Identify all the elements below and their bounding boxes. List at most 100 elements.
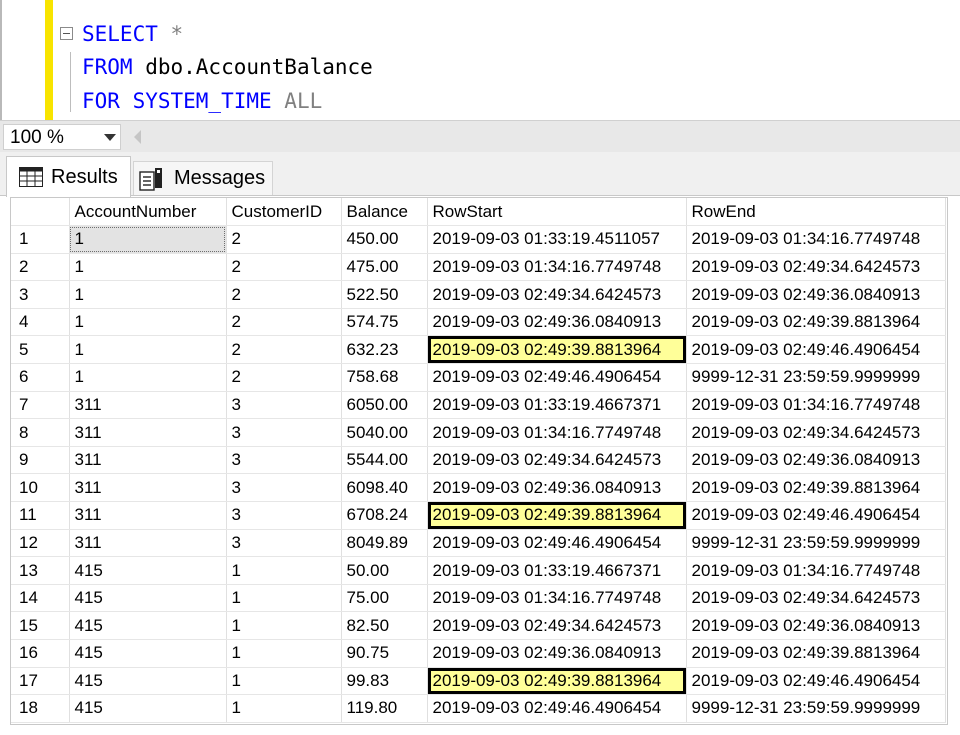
row-number[interactable]: 4 [11, 308, 70, 337]
table-row[interactable]: 3 1 2 522.50 2019-09-03 02:49:34.6424573 2019… [11, 280, 946, 309]
cell-customerid[interactable]: 2 [226, 308, 342, 337]
cell-rowstart[interactable]: 2019-09-03 02:49:34.6424573 [427, 611, 687, 640]
cell-balance[interactable]: 119.80 [341, 694, 428, 723]
column-header-balance[interactable]: Balance [341, 198, 428, 227]
cell-rowstart[interactable]: 2019-09-03 02:49:34.6424573 [427, 280, 687, 309]
cell-balance[interactable]: 475.00 [341, 253, 428, 282]
cell-rowend[interactable]: 2019-09-03 02:49:39.8813964 [686, 473, 946, 503]
scroll-left-arrow-icon[interactable] [134, 130, 141, 144]
table-row[interactable]: 6 1 2 758.68 2019-09-03 02:49:46.4906454 9999… [11, 363, 946, 392]
cell-accountnumber[interactable]: 311 [69, 446, 227, 475]
cell-accountnumber[interactable]: 1 [69, 225, 227, 254]
cell-rowstart[interactable]: 2019-09-03 02:49:36.0840913 [427, 308, 687, 337]
cell-customerid[interactable]: 1 [226, 611, 342, 640]
cell-accountnumber[interactable]: 415 [69, 556, 227, 585]
cell-customerid[interactable]: 3 [226, 391, 342, 420]
code-line-3[interactable]: FOR SYSTEM_TIME ALL [82, 87, 322, 115]
cell-accountnumber[interactable]: 311 [69, 501, 227, 530]
cell-balance[interactable]: 5544.00 [341, 446, 428, 475]
row-number[interactable]: 18 [11, 694, 70, 723]
table-row[interactable]: 16 415 1 90.75 2019-09-03 02:49:36.0840913 20… [11, 639, 946, 668]
row-number[interactable]: 15 [11, 611, 70, 640]
cell-accountnumber[interactable]: 415 [69, 584, 227, 613]
cell-rowstart[interactable]: 2019-09-03 01:34:16.7749748 [427, 253, 687, 282]
cell-rowstart[interactable]: 2019-09-03 01:34:16.7749748 [427, 584, 687, 613]
cell-accountnumber[interactable]: 1 [69, 363, 227, 392]
cell-accountnumber[interactable]: 1 [69, 335, 227, 365]
table-row[interactable]: 2 1 2 475.00 2019-09-03 01:34:16.7749748 2019… [11, 253, 946, 282]
cell-balance[interactable]: 758.68 [341, 363, 428, 392]
cell-balance[interactable]: 82.50 [341, 611, 428, 640]
row-number[interactable]: 16 [11, 639, 70, 668]
row-number[interactable]: 14 [11, 584, 70, 613]
table-row[interactable]: 7 311 3 6050.00 2019-09-03 01:33:19.4667371 2… [11, 391, 946, 420]
row-number[interactable]: 6 [11, 363, 70, 392]
highlighted-rowstart-cell[interactable]: 2019-09-03 02:49:39.8813964 [427, 335, 687, 365]
cell-customerid[interactable]: 3 [226, 473, 342, 503]
table-row[interactable]: 15 415 1 82.50 2019-09-03 02:49:34.6424573 20… [11, 611, 946, 640]
table-row[interactable]: 14 415 1 75.00 2019-09-03 01:34:16.7749748 20… [11, 584, 946, 613]
cell-rowend[interactable]: 2019-09-03 02:49:36.0840913 [686, 280, 946, 309]
cell-rowstart[interactable]: 2019-09-03 02:49:36.0840913 [427, 473, 687, 503]
cell-accountnumber[interactable]: 415 [69, 667, 227, 696]
cell-rowstart[interactable]: 2019-09-03 02:49:46.4906454 [427, 363, 687, 392]
cell-accountnumber[interactable]: 311 [69, 473, 227, 503]
cell-accountnumber[interactable]: 415 [69, 611, 227, 640]
row-number[interactable]: 7 [11, 391, 70, 420]
row-number[interactable]: 13 [11, 556, 70, 585]
chevron-down-icon[interactable] [104, 134, 116, 141]
cell-rowstart[interactable]: 2019-09-03 02:49:36.0840913 [427, 639, 687, 668]
column-header-rowstart[interactable]: RowStart [427, 198, 687, 227]
row-number-header[interactable] [11, 198, 70, 227]
cell-rowend[interactable]: 2019-09-03 02:49:39.8813964 [686, 639, 946, 668]
row-number[interactable]: 9 [11, 446, 70, 475]
collapse-icon[interactable] [60, 27, 73, 40]
cell-customerid[interactable]: 1 [226, 694, 342, 723]
cell-rowend[interactable]: 2019-09-03 02:49:39.8813964 [686, 308, 946, 337]
cell-rowend[interactable]: 2019-09-03 01:34:16.7749748 [686, 391, 946, 420]
cell-accountnumber[interactable]: 311 [69, 529, 227, 558]
cell-rowstart[interactable]: 2019-09-03 02:49:46.4906454 [427, 694, 687, 723]
cell-accountnumber[interactable]: 415 [69, 639, 227, 668]
cell-balance[interactable]: 5040.00 [341, 418, 428, 447]
row-number[interactable]: 8 [11, 418, 70, 447]
cell-rowstart[interactable]: 2019-09-03 02:49:34.6424573 [427, 446, 687, 475]
column-header-accountnumber[interactable]: AccountNumber [69, 198, 227, 227]
table-row[interactable]: 4 1 2 574.75 2019-09-03 02:49:36.0840913 2019… [11, 308, 946, 337]
code-line-2[interactable]: FROM dbo.AccountBalance [82, 53, 373, 81]
cell-accountnumber[interactable]: 415 [69, 694, 227, 723]
table-row[interactable]: 13 415 1 50.00 2019-09-03 01:33:19.4667371 20… [11, 556, 946, 585]
results-grid[interactable]: AccountNumber CustomerID Balance RowStart Ro… [10, 197, 948, 725]
cell-balance[interactable]: 8049.89 [341, 529, 428, 558]
cell-balance[interactable]: 574.75 [341, 308, 428, 337]
cell-balance[interactable]: 75.00 [341, 584, 428, 613]
cell-balance[interactable]: 90.75 [341, 639, 428, 668]
table-row[interactable]: 1 1 2 450.00 2019-09-03 01:33:19.4511057 2019… [11, 225, 946, 254]
cell-rowend[interactable]: 2019-09-03 01:34:16.7749748 [686, 556, 946, 585]
cell-customerid[interactable]: 2 [226, 335, 342, 365]
code-line-1[interactable]: SELECT * [82, 20, 183, 48]
highlighted-rowstart-cell[interactable]: 2019-09-03 02:49:39.8813964 [427, 501, 687, 530]
cell-rowend[interactable]: 2019-09-03 02:49:36.0840913 [686, 611, 946, 640]
table-row[interactable]: 8 311 3 5040.00 2019-09-03 01:34:16.7749748 2… [11, 418, 946, 447]
cell-customerid[interactable]: 3 [226, 418, 342, 447]
cell-balance[interactable]: 6050.00 [341, 391, 428, 420]
row-number[interactable]: 1 [11, 225, 70, 254]
cell-rowstart[interactable]: 2019-09-03 02:49:46.4906454 [427, 529, 687, 558]
cell-accountnumber[interactable]: 1 [69, 280, 227, 309]
row-number[interactable]: 3 [11, 280, 70, 309]
cell-customerid[interactable]: 3 [226, 529, 342, 558]
cell-customerid[interactable]: 2 [226, 253, 342, 282]
cell-rowend[interactable]: 9999-12-31 23:59:59.9999999 [686, 529, 946, 558]
cell-accountnumber[interactable]: 1 [69, 308, 227, 337]
tab-messages[interactable]: Messages [133, 161, 273, 195]
row-number[interactable]: 5 [11, 335, 70, 365]
cell-rowend[interactable]: 2019-09-03 02:49:34.6424573 [686, 418, 946, 447]
cell-rowend[interactable]: 9999-12-31 23:59:59.9999999 [686, 694, 946, 723]
table-row[interactable]: 5 1 2 632.23 2019-09-03 02:49:39.8813964 2019… [11, 335, 946, 365]
cell-customerid[interactable]: 1 [226, 667, 342, 696]
row-number[interactable]: 2 [11, 253, 70, 282]
cell-rowstart[interactable]: 2019-09-03 01:33:19.4511057 [427, 225, 687, 254]
row-number[interactable]: 11 [11, 501, 70, 530]
cell-rowend[interactable]: 2019-09-03 02:49:46.4906454 [686, 667, 946, 696]
